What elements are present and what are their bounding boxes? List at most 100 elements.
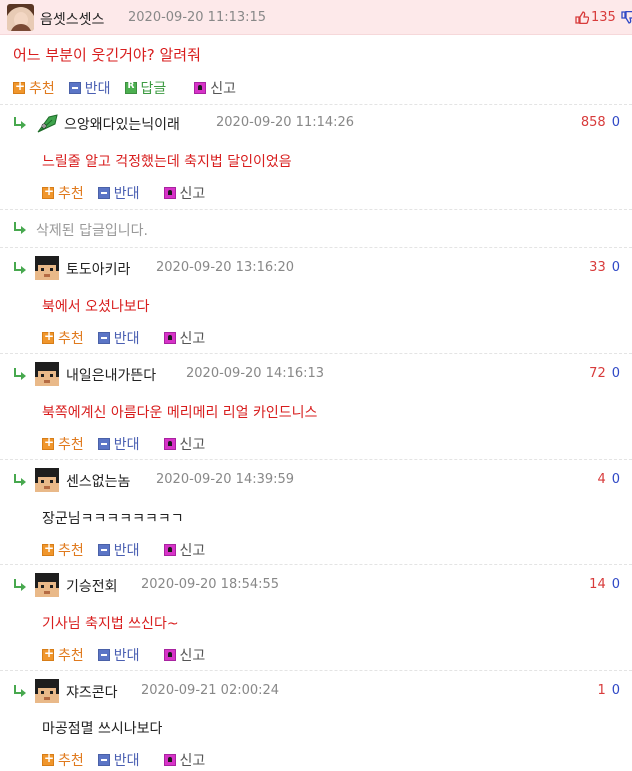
timestamp: 2020-09-20 14:16:13 — [186, 366, 325, 381]
avatar[interactable] — [35, 112, 61, 136]
report-button[interactable]: 신고 — [163, 183, 206, 203]
avatar[interactable] — [7, 4, 34, 31]
vote-score: 4 0 — [597, 472, 620, 487]
report-label: 신고 — [179, 437, 206, 453]
report-icon — [163, 438, 176, 450]
thumbs-down-icon[interactable] — [621, 11, 632, 24]
down-count: 0 — [611, 260, 620, 275]
plus-icon — [13, 79, 25, 94]
downvote-button[interactable]: 반대 — [97, 328, 140, 348]
plus-icon — [42, 751, 54, 766]
upvote-button[interactable]: 추천 — [42, 434, 84, 454]
plus-icon — [42, 329, 54, 344]
thumbs-up-icon[interactable] — [575, 11, 589, 24]
report-button[interactable]: 신고 — [194, 78, 236, 98]
timestamp: 2020-09-20 11:13:15 — [128, 10, 267, 25]
report-icon — [163, 649, 176, 661]
timestamp: 2020-09-21 02:00:24 — [141, 683, 280, 698]
author-name[interactable]: 내일은내가뜬다 — [66, 365, 156, 385]
author-name[interactable]: 으앙왜다있는닉이래 — [64, 114, 180, 134]
downvote-button[interactable]: 반대 — [97, 183, 140, 203]
reply-actions: 추천 반대 신고 — [42, 328, 219, 348]
report-label: 신고 — [179, 753, 206, 769]
downvote-label: 반대 — [84, 81, 111, 97]
reply-arrow-icon — [12, 474, 28, 486]
downvote-button[interactable]: 반대 — [97, 540, 140, 560]
report-label: 신고 — [179, 186, 206, 202]
reply-arrow-icon — [12, 368, 28, 380]
report-icon — [163, 544, 176, 556]
avatar[interactable] — [35, 679, 59, 703]
plus-icon — [42, 541, 54, 556]
reply-actions: 추천 반대 신고 — [42, 750, 219, 770]
minus-icon — [97, 332, 110, 344]
downvote-button[interactable]: 반대 — [97, 750, 140, 770]
minus-icon — [97, 754, 110, 766]
author-name[interactable]: 쟈즈콘다 — [66, 682, 118, 702]
report-button[interactable]: 신고 — [163, 328, 205, 348]
timestamp: 2020-09-20 18:54:55 — [141, 577, 280, 592]
comment-actions: 추천 반대 답글 신고 — [13, 78, 250, 98]
down-count: 0 — [611, 366, 620, 381]
reply-text: 장군님ㅋㅋㅋㅋㅋㅋㅋㄱ — [42, 511, 184, 527]
minus-icon — [97, 544, 110, 556]
upvote-label: 추천 — [29, 81, 55, 97]
upvote-button[interactable]: 추천 — [42, 750, 84, 770]
report-label: 신고 — [179, 543, 206, 559]
upvote-button[interactable]: 추천 — [42, 645, 84, 665]
reply-button[interactable]: 답글 — [124, 78, 166, 98]
reply-arrow-icon — [12, 117, 28, 129]
avatar[interactable] — [35, 362, 59, 386]
plus-icon — [42, 646, 54, 661]
author-name[interactable]: 기승전회 — [66, 576, 118, 596]
reply-arrow-icon — [12, 262, 28, 274]
reply-item: 으앙왜다있는닉이래 2020-09-20 11:14:26 858 0 느릴줄 … — [0, 104, 632, 209]
reply-arrow-icon — [12, 579, 28, 591]
downvote-label: 반대 — [113, 186, 140, 202]
minus-icon — [68, 82, 81, 94]
avatar[interactable] — [35, 573, 59, 597]
reply-text: 기사님 축지법 쓰신다~ — [42, 616, 179, 632]
report-button[interactable]: 신고 — [163, 645, 205, 665]
down-count: 0 — [611, 577, 620, 592]
author-name[interactable]: 음셋스셋스 — [40, 9, 104, 29]
vote-score: 1 0 — [597, 683, 620, 698]
down-count: 0 — [611, 472, 620, 487]
upvote-label: 추천 — [58, 753, 84, 769]
avatar[interactable] — [35, 256, 59, 280]
avatar[interactable] — [35, 468, 59, 492]
upvote-button[interactable]: 추천 — [13, 78, 55, 98]
up-count: 4 — [597, 472, 606, 487]
vote-score: 33 0 — [589, 260, 620, 275]
vote-score: 14 0 — [589, 577, 620, 592]
reply-icon — [124, 81, 137, 94]
downvote-button[interactable]: 반대 — [97, 645, 140, 665]
downvote-button[interactable]: 반대 — [97, 434, 140, 454]
author-name[interactable]: 토도아키라 — [66, 259, 130, 279]
report-icon — [194, 82, 207, 94]
reply-actions: 추천 반대 신고 — [42, 540, 219, 560]
upvote-button[interactable]: 추천 — [42, 183, 84, 203]
report-button[interactable]: 신고 — [163, 434, 206, 454]
reply-text: 마공점멸 쓰시나보다 — [42, 721, 163, 737]
upvote-button[interactable]: 추천 — [42, 328, 84, 348]
upvote-button[interactable]: 추천 — [42, 540, 84, 560]
minus-icon — [97, 649, 110, 661]
down-count: 0 — [611, 115, 620, 130]
report-button[interactable]: 신고 — [163, 540, 206, 560]
report-icon — [163, 754, 176, 766]
downvote-label: 반대 — [113, 648, 140, 664]
downvote-label: 반대 — [113, 753, 140, 769]
upvote-label: 추천 — [58, 331, 84, 347]
author-name[interactable]: 센스없는놈 — [66, 471, 130, 491]
upvote-label: 추천 — [58, 648, 84, 664]
timestamp: 2020-09-20 11:14:26 — [216, 115, 355, 130]
down-count: 0 — [611, 683, 620, 698]
reply-actions: 추천 반대 신고 — [42, 183, 219, 203]
minus-icon — [97, 187, 110, 199]
reply-item: 기승전회 2020-09-20 18:54:55 14 0 기사님 축지법 쓰신… — [0, 564, 632, 670]
downvote-button[interactable]: 반대 — [68, 78, 111, 98]
main-comment-header: 음셋스셋스 2020-09-20 11:13:15 135 0 — [0, 0, 632, 35]
report-button[interactable]: 신고 — [163, 750, 206, 770]
comment-text: 어느 부분이 웃긴거야? 알려줘 — [13, 46, 201, 64]
